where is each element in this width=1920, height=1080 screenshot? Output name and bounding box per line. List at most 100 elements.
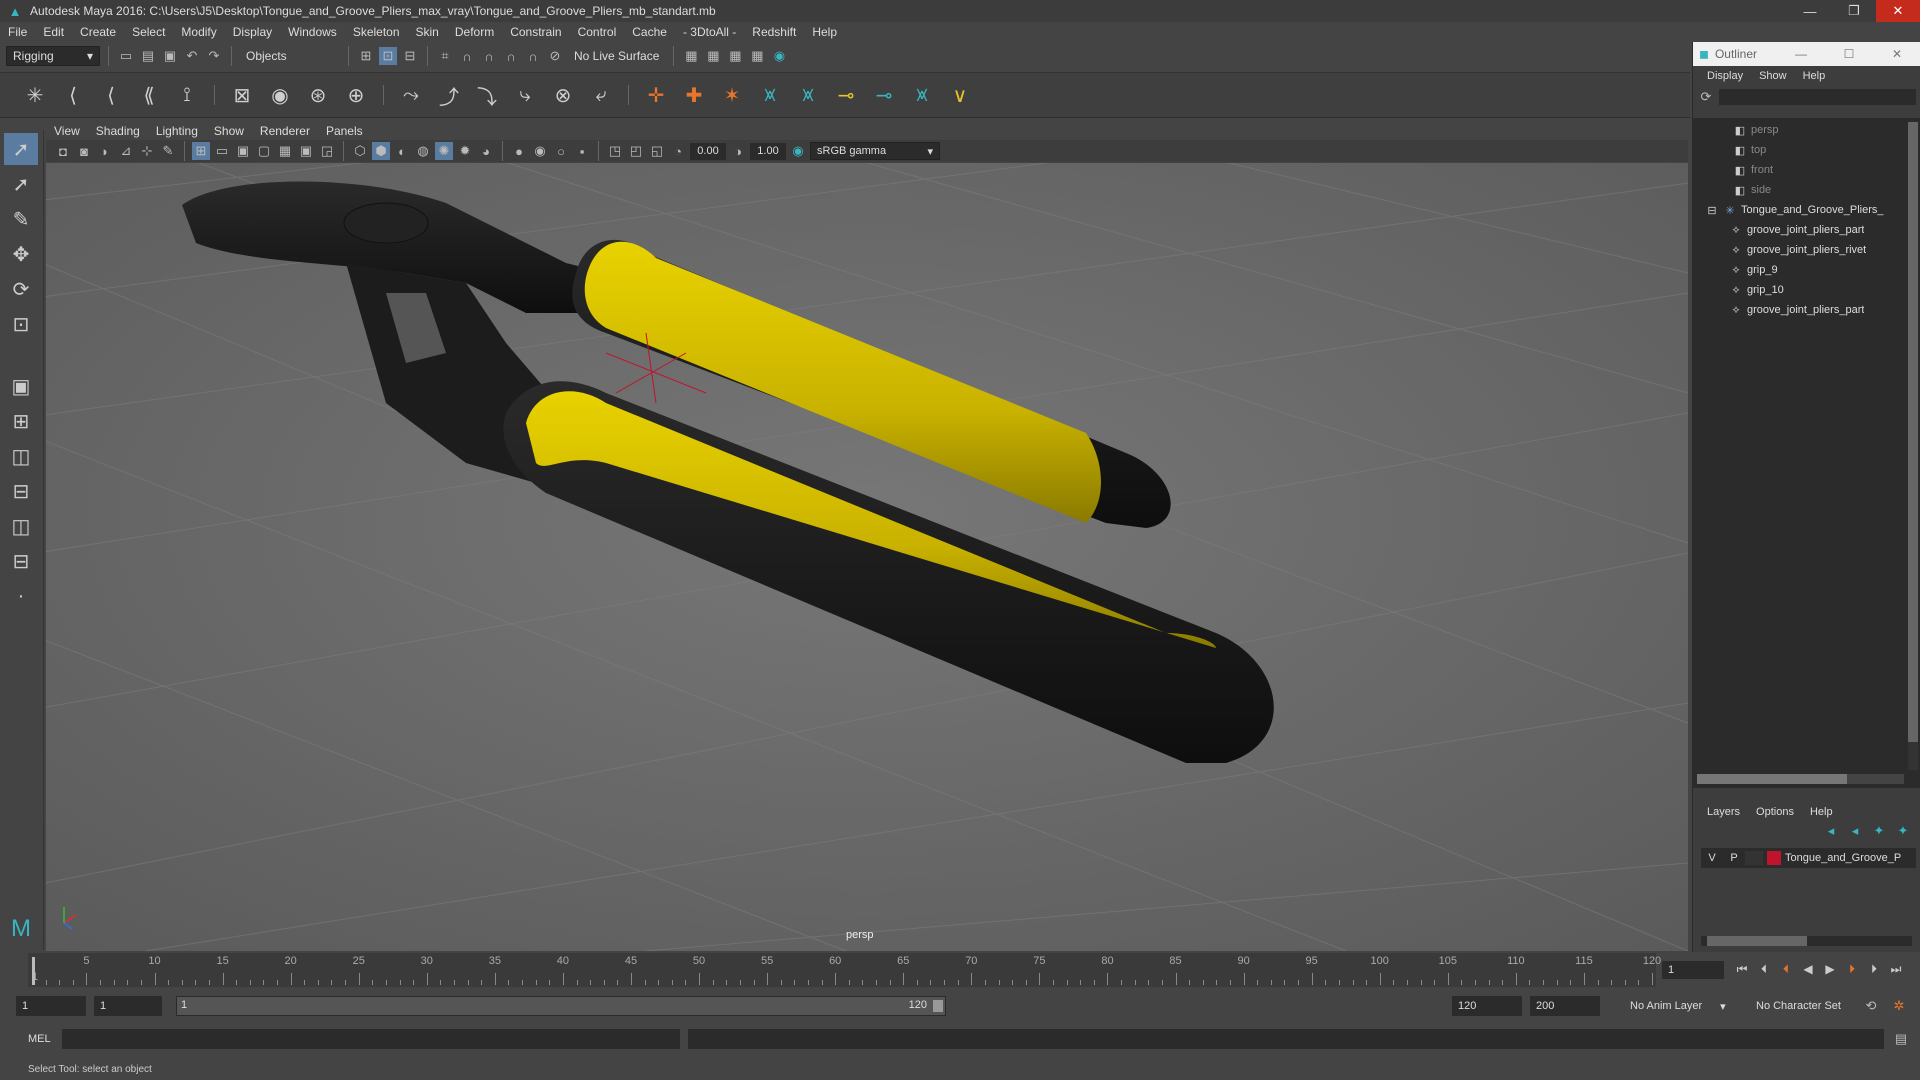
- hypershade-icon[interactable]: ◉: [770, 47, 788, 65]
- lattice-icon[interactable]: ⤴: [434, 80, 464, 110]
- layout-options-icon[interactable]: ·: [4, 580, 38, 612]
- render-view-icon[interactable]: ▦: [748, 47, 766, 65]
- outliner-menu-show[interactable]: Show: [1751, 70, 1795, 82]
- select-component-icon[interactable]: ⊟: [401, 47, 419, 65]
- locator-icon[interactable]: ✛: [641, 80, 671, 110]
- close-icon[interactable]: ✕: [1880, 42, 1914, 66]
- layer-menu-help[interactable]: Help: [1802, 806, 1841, 818]
- select-mode-dropdown[interactable]: Objects: [240, 46, 340, 66]
- menu-help[interactable]: Help: [804, 25, 845, 39]
- outliner-vscrollbar[interactable]: [1908, 122, 1918, 770]
- trax-icon[interactable]: ⩙: [907, 80, 937, 110]
- 2d-pan-zoom-icon[interactable]: ⊹: [138, 142, 156, 160]
- menu-modify[interactable]: Modify: [173, 25, 224, 39]
- snap-view-icon[interactable]: ∩: [524, 47, 542, 65]
- new-layer-selected-icon[interactable]: ✦: [1894, 822, 1912, 840]
- panel-menu-view[interactable]: View: [46, 124, 88, 138]
- wrap-icon[interactable]: ⤵: [472, 80, 502, 110]
- render-layout-icon[interactable]: ⊟: [4, 545, 38, 577]
- color-management-icon[interactable]: ◉: [789, 142, 807, 160]
- step-forward-frame-icon[interactable]: ⏵: [1866, 959, 1882, 979]
- safe-action-icon[interactable]: ▣: [297, 142, 315, 160]
- outliner-item-top[interactable]: ◧ top: [1733, 140, 1767, 160]
- outliner-item-pliers-rivet[interactable]: ⟡ groove_joint_pliers_rivet: [1729, 240, 1866, 260]
- bookmark-icon[interactable]: ◗: [96, 142, 114, 160]
- select-tool-icon[interactable]: ➚: [4, 133, 38, 165]
- image-plane-icon[interactable]: ⊿: [117, 142, 135, 160]
- cluster-icon[interactable]: ⤳: [396, 80, 426, 110]
- rotate-tool-icon[interactable]: ⟳: [4, 273, 38, 305]
- hik-icon[interactable]: ⩙: [755, 80, 785, 110]
- driven-key-icon[interactable]: ∨: [945, 80, 975, 110]
- layer-menu-options[interactable]: Options: [1748, 806, 1802, 818]
- single-perspective-layout-icon[interactable]: ▣: [4, 370, 38, 402]
- outliner-item-pliers-part[interactable]: ⟡ groove_joint_pliers_part: [1729, 220, 1864, 240]
- ipr-render-icon[interactable]: ▦: [726, 47, 744, 65]
- wire-icon[interactable]: ⊗: [548, 80, 578, 110]
- layer-color-swatch[interactable]: [1767, 851, 1781, 865]
- layer-type-toggle[interactable]: [1745, 851, 1763, 865]
- outliner-item-grip-10[interactable]: ⟡ grip_10: [1729, 280, 1783, 300]
- view-transform-dropdown[interactable]: sRGB gamma ▾: [810, 142, 940, 160]
- scrollbar-thumb[interactable]: [1707, 936, 1807, 946]
- wireframe-on-shaded-icon[interactable]: ◐: [393, 142, 411, 160]
- lasso-tool-icon[interactable]: ➚: [4, 168, 38, 200]
- wireframe-icon[interactable]: ⬡: [351, 142, 369, 160]
- undo-icon[interactable]: ↶: [183, 47, 201, 65]
- graph-layout-icon[interactable]: ⊟: [4, 475, 38, 507]
- end-time-field[interactable]: 200: [1530, 996, 1600, 1016]
- range-slider-handle[interactable]: [933, 1000, 943, 1012]
- ik-spline-icon[interactable]: ⟨: [96, 80, 126, 110]
- animation-prefs-icon[interactable]: ✲: [1890, 997, 1908, 1015]
- panel-menu-lighting[interactable]: Lighting: [148, 124, 206, 138]
- shadows-icon[interactable]: ✹: [456, 142, 474, 160]
- scale-tool-icon[interactable]: ⊡: [4, 308, 38, 340]
- outliner-item-pliers-part-2[interactable]: ⟡ groove_joint_pliers_part: [1729, 300, 1864, 320]
- graph-editor-icon[interactable]: ⊸: [869, 80, 899, 110]
- menu-deform[interactable]: Deform: [447, 25, 502, 39]
- pliers-rivet[interactable]: [343, 202, 429, 244]
- menu-redshift[interactable]: Redshift: [744, 25, 804, 39]
- step-forward-key-icon[interactable]: ⏵: [1844, 959, 1860, 979]
- menu-select[interactable]: Select: [124, 25, 173, 39]
- play-backwards-icon[interactable]: ◀: [1800, 959, 1816, 979]
- move-layer-down-icon[interactable]: ◂: [1846, 822, 1864, 840]
- character-set-dropdown[interactable]: No Character Set: [1750, 996, 1860, 1016]
- go-to-start-icon[interactable]: ⏮: [1734, 959, 1750, 979]
- layer-name[interactable]: Tongue_and_Groove_P: [1785, 852, 1901, 864]
- resolution-gate-icon[interactable]: ▣: [234, 142, 252, 160]
- menu-skeleton[interactable]: Skeleton: [345, 25, 408, 39]
- scene-canvas[interactable]: [46, 163, 1688, 951]
- xray-icon[interactable]: ◳: [606, 142, 624, 160]
- film-gate-icon[interactable]: ▭: [213, 142, 231, 160]
- current-time-indicator[interactable]: [32, 957, 35, 985]
- new-layer-icon[interactable]: ✦: [1870, 822, 1888, 840]
- menu-control[interactable]: Control: [570, 25, 625, 39]
- anim-layer-dropdown[interactable]: No Anim Layer ▾: [1624, 996, 1740, 1016]
- smooth-shade-icon[interactable]: ⬢: [372, 142, 390, 160]
- exposure-field[interactable]: 0.00: [690, 142, 726, 160]
- exposure-icon[interactable]: ◔: [669, 142, 687, 160]
- gamma-icon[interactable]: ◑: [729, 142, 747, 160]
- panel-menu-panels[interactable]: Panels: [318, 124, 371, 138]
- hik-character-icon[interactable]: ⩙: [793, 80, 823, 110]
- select-object-icon[interactable]: ⊡: [379, 47, 397, 65]
- minimize-icon[interactable]: —: [1788, 0, 1832, 22]
- snap-point-icon[interactable]: ∩: [480, 47, 498, 65]
- redo-icon[interactable]: ↷: [205, 47, 223, 65]
- script-editor-icon[interactable]: ▤: [1892, 1030, 1910, 1048]
- close-icon[interactable]: ✕: [1876, 0, 1920, 22]
- select-camera-icon[interactable]: ◘: [54, 142, 72, 160]
- anim-end-field[interactable]: 120: [1452, 996, 1522, 1016]
- layer-visibility-toggle[interactable]: V: [1701, 852, 1723, 864]
- open-scene-icon[interactable]: ▤: [139, 47, 157, 65]
- range-slider-bar[interactable]: 1 120: [176, 996, 946, 1016]
- orient-joint-icon[interactable]: ⟟: [172, 80, 202, 110]
- snap-surface-icon[interactable]: ⊘: [546, 47, 564, 65]
- isolate-select-icon[interactable]: ▪: [573, 142, 591, 160]
- panel-menu-renderer[interactable]: Renderer: [252, 124, 318, 138]
- perspective-viewport[interactable]: persp: [46, 163, 1688, 951]
- menu-display[interactable]: Display: [225, 25, 280, 39]
- range-slider-start[interactable]: 1: [181, 999, 187, 1011]
- layer-menu-layers[interactable]: Layers: [1699, 806, 1748, 818]
